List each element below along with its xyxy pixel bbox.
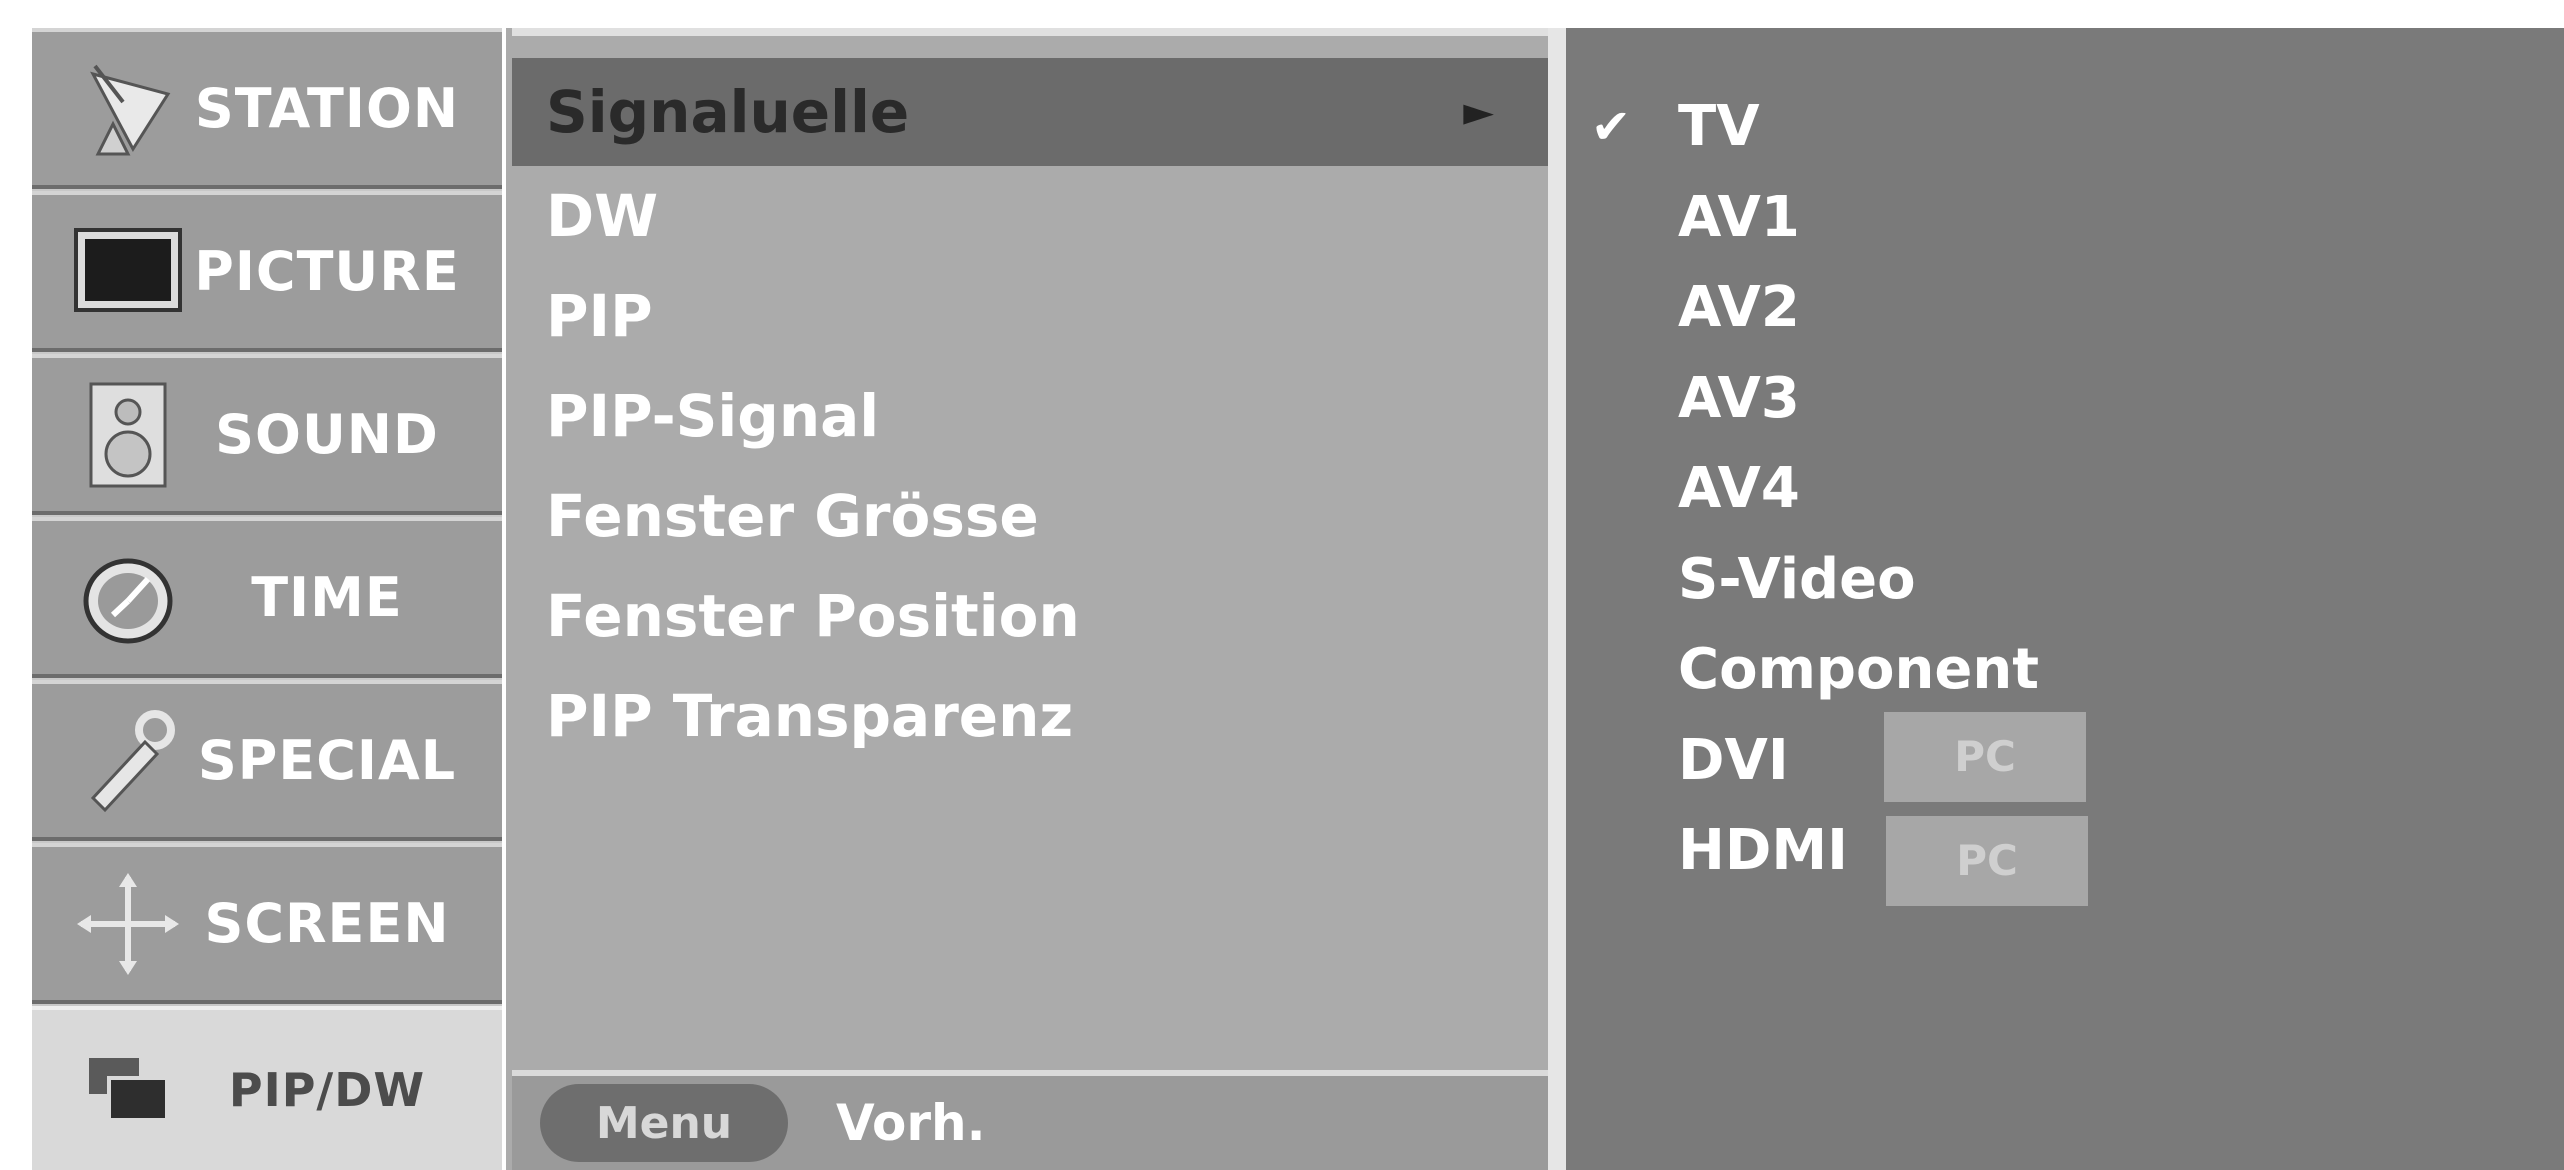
source-label: Component <box>1678 637 2039 702</box>
menu-button[interactable]: Menu <box>540 1084 788 1162</box>
source-label: HDMI <box>1678 818 1848 883</box>
menu-item-pip-signal[interactable]: PIP-Signal <box>512 366 1548 466</box>
sidebar-item-label: SOUND <box>215 403 439 466</box>
satellite-dish-icon <box>68 49 188 169</box>
menu-item-label: Fenster Position <box>546 582 1080 650</box>
menu-item-label: Fenster Grösse <box>546 482 1039 550</box>
pip-windows-icon <box>68 1030 188 1150</box>
source-option-av3[interactable]: AV3 <box>1566 354 2564 445</box>
submenu-top-border <box>512 28 1548 36</box>
checkmark-icon: ✔ <box>1590 99 1632 155</box>
sidebar-item-label: SCREEN <box>204 892 450 955</box>
source-label: AV1 <box>1678 184 1800 250</box>
submenu-footer: Menu Vorh. <box>512 1070 1548 1170</box>
category-sidebar: STATION PICTURE SOUND TIME SPECIAL SCREE… <box>32 28 502 1170</box>
pip-submenu: Signaluelle ► DW PIP PIP-Signal Fenster … <box>506 28 1548 1170</box>
menu-item-label: Signaluelle <box>546 78 910 146</box>
source-option-hdmi[interactable]: HDMI PC <box>1566 806 2564 906</box>
sidebar-item-screen[interactable]: SCREEN <box>32 843 502 1004</box>
menu-item-label: DW <box>546 182 659 250</box>
menu-item-label: PIP <box>546 282 653 350</box>
sidebar-item-pip-dw[interactable]: PIP/DW <box>32 1006 502 1170</box>
sidebar-item-label: PICTURE <box>194 240 460 303</box>
source-option-av1[interactable]: AV1 <box>1566 173 2564 264</box>
pc-badge[interactable]: PC <box>1884 711 2086 802</box>
sidebar-item-sound[interactable]: SOUND <box>32 354 502 515</box>
menu-item-dw[interactable]: DW <box>512 166 1548 266</box>
source-label: AV4 <box>1678 456 1800 521</box>
menu-item-label: PIP-Signal <box>546 382 880 450</box>
panel-divider <box>1548 28 1566 1170</box>
source-list: ✔ TV AV1 AV2 AV3 AV4 S-Video Component D… <box>1566 82 2564 906</box>
footer-hint: Vorh. <box>836 1094 986 1152</box>
source-label: TV <box>1678 94 1760 159</box>
menu-item-fenster-position[interactable]: Fenster Position <box>512 566 1548 666</box>
move-arrows-icon <box>68 864 188 984</box>
sidebar-item-label: TIME <box>251 566 403 629</box>
speaker-icon <box>68 375 188 495</box>
source-option-tv[interactable]: ✔ TV <box>1566 82 2564 173</box>
submenu-list: Signaluelle ► DW PIP PIP-Signal Fenster … <box>512 58 1548 766</box>
menu-item-fenster-groesse[interactable]: Fenster Grösse <box>512 466 1548 566</box>
clock-icon <box>68 538 188 658</box>
menu-item-pip[interactable]: PIP <box>512 266 1548 366</box>
sidebar-item-label: SPECIAL <box>197 729 457 792</box>
source-label: AV2 <box>1678 275 1800 340</box>
source-option-av2[interactable]: AV2 <box>1566 263 2564 354</box>
sidebar-item-picture[interactable]: PICTURE <box>32 191 502 352</box>
source-option-av4[interactable]: AV4 <box>1566 444 2564 535</box>
tv-screen-icon <box>68 212 188 332</box>
source-option-component[interactable]: Component <box>1566 625 2564 716</box>
sidebar-item-label: STATION <box>194 77 460 140</box>
sidebar-item-time[interactable]: TIME <box>32 517 502 678</box>
source-option-dvi[interactable]: DVI PC <box>1566 711 2564 807</box>
signal-source-panel: ✔ TV AV1 AV2 AV3 AV4 S-Video Component D… <box>1566 28 2564 1170</box>
sidebar-item-station[interactable]: STATION <box>32 28 502 189</box>
source-label: DVI <box>1678 727 1789 793</box>
source-option-s-video[interactable]: S-Video <box>1566 535 2564 626</box>
menu-item-pip-transparenz[interactable]: PIP Transparenz <box>512 666 1548 766</box>
sidebar-item-label: PIP/DW <box>228 1063 426 1117</box>
key-icon <box>68 701 188 821</box>
submenu-arrow-icon: ► <box>1463 89 1494 135</box>
pc-badge[interactable]: PC <box>1886 816 2088 906</box>
source-label: S-Video <box>1678 546 1916 612</box>
menu-item-label: PIP Transparenz <box>546 682 1074 750</box>
source-label: AV3 <box>1678 365 1800 431</box>
sidebar-item-special[interactable]: SPECIAL <box>32 680 502 841</box>
menu-item-signaluelle[interactable]: Signaluelle ► <box>512 58 1548 166</box>
